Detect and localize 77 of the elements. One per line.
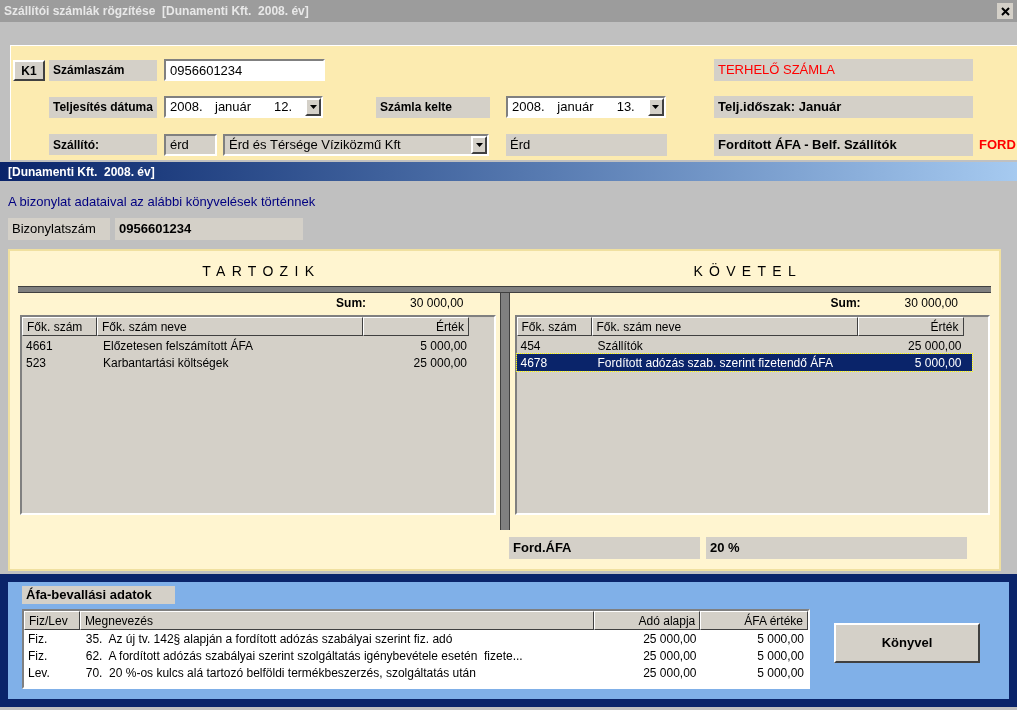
table-cell-text: Fiz. [27, 630, 49, 648]
column-header[interactable]: Érték [857, 317, 964, 336]
date-field[interactable]: 2008. január 12. [164, 96, 323, 118]
column-header[interactable]: Fők. szám neve [591, 317, 858, 336]
field-label: Számla kelte [376, 96, 490, 118]
account-value: 25 000,00 [412, 354, 468, 372]
sum-label: Sum: [336, 295, 367, 312]
close-icon [1000, 6, 1010, 16]
table-cell-text: 5 000,00 [756, 664, 805, 682]
account-name: Szállítók [596, 337, 644, 355]
window-title: Szállítói számlák rögzítése [Dunamenti Kft. 2008. év] [4, 3, 309, 20]
account-value: 5 000,00 [419, 337, 468, 355]
table-row[interactable]: 4661 Előzetesen felszámított ÁFA 5 000,00 [22, 337, 477, 354]
side-heading: KÖVETEL [692, 262, 804, 281]
table-cell-text: 5 000,00 [756, 630, 805, 648]
supplier-code-field[interactable]: érd [164, 133, 217, 156]
close-button[interactable] [997, 3, 1013, 19]
column-header[interactable]: Érték [363, 317, 469, 336]
vat-flag-text: FORD [979, 135, 1016, 154]
dropdown-button[interactable] [471, 135, 487, 154]
column-header[interactable]: Fők. szám [22, 317, 97, 336]
post-button[interactable]: Könyvel [834, 623, 980, 663]
dropdown-button[interactable] [305, 98, 321, 116]
splitter-bar[interactable] [499, 293, 510, 530]
account-name: Előzetesen felszámított ÁFA [102, 337, 255, 355]
invoice-type-label: TERHELŐ SZÁMLA [714, 59, 973, 81]
caret-icon [309, 105, 317, 109]
document-number: 0956601234 [115, 218, 303, 240]
account-name: Fordított adózás szab. szerint fizetendő ÁFA [596, 354, 834, 372]
table-row[interactable]: 523 Karbantartási költségek 25 000,00 [22, 354, 477, 371]
account-number: 4678 [519, 354, 549, 372]
date-field[interactable]: 2008. január 13. [506, 96, 666, 118]
field-label: Számlaszám [49, 59, 157, 81]
column-header[interactable]: Fők. szám neve [97, 317, 363, 336]
account-name: Karbantartási költségek [102, 354, 230, 372]
caret-icon [652, 105, 660, 109]
table-cell-text: 62. A fordított adózás szabályai szerint szolgáltatás igénybevétele esetén fizete... [84, 647, 524, 665]
invoice-number-field[interactable]: 0956601234 [164, 59, 325, 81]
sum-label: Sum: [830, 295, 861, 312]
column-header[interactable]: Adó alapja [593, 611, 701, 630]
vat-report-title: Áfa-bevallási adatok [22, 586, 175, 604]
table-row[interactable]: 4678 Fordított adózás szab. szerint fizetendő ÁFA 5 000,00 [516, 354, 972, 371]
account-number: 454 [519, 337, 542, 355]
dialog-title: [Dunamenti Kft. 2008. év] [8, 163, 155, 181]
sum-value: 30 000,00 [410, 295, 464, 312]
field-label: Szállító: [49, 134, 157, 155]
info-message: A bizonylat adataival az alábbi könyvelések történnek [8, 193, 317, 208]
account-number: 523 [25, 354, 48, 372]
column-header[interactable]: ÁFA értéke [700, 611, 808, 630]
supplier-city: Érd [506, 133, 667, 156]
table-cell-text: Lev. [27, 664, 51, 682]
document-label: Bizonylatszám [8, 218, 110, 240]
k1-button[interactable]: K1 [13, 59, 45, 81]
dropdown-button[interactable] [648, 98, 664, 116]
vat-rate-value: 20 % [706, 537, 967, 559]
column-header[interactable]: Megnevezés [79, 611, 594, 630]
table-cell-text: 5 000,00 [756, 647, 805, 665]
account-value: 5 000,00 [913, 354, 963, 372]
table-cell-text: 25 000,00 [642, 647, 698, 665]
vat-type-label: Fordított ÁFA - Belf. Szállítók [714, 133, 973, 156]
side-heading: TARTOZIK [201, 262, 322, 281]
period-label: Telj.időszak: Január [714, 96, 973, 118]
table-cell-text: 35. Az új tv. 142§ alapján a fordított adózás szabályai szerint fiz. adó [84, 630, 454, 648]
column-header[interactable]: Fiz/Lev [24, 611, 80, 630]
field-label: Teljesítés dátuma [49, 96, 157, 118]
table-cell-text: Fiz. [27, 647, 49, 665]
account-value: 25 000,00 [907, 337, 963, 355]
account-number: 4661 [25, 337, 54, 355]
table-cell-text: 25 000,00 [642, 630, 698, 648]
caret-icon [475, 142, 483, 147]
column-header[interactable]: Fők. szám [516, 317, 592, 336]
supplier-combo[interactable]: Érd és Térsége Víziközmű Kft [223, 133, 489, 156]
table-cell-text: 25 000,00 [642, 664, 698, 682]
table-cell-text: 70. 20 %-os kulcs alá tartozó belföldi termékbeszerzés, szolgáltatás után [84, 664, 477, 682]
table-row[interactable]: 454 Szállítók 25 000,00 [516, 337, 972, 354]
sum-value: 30 000,00 [904, 295, 958, 312]
vat-rate-label: Ford.ÁFA [509, 537, 700, 559]
